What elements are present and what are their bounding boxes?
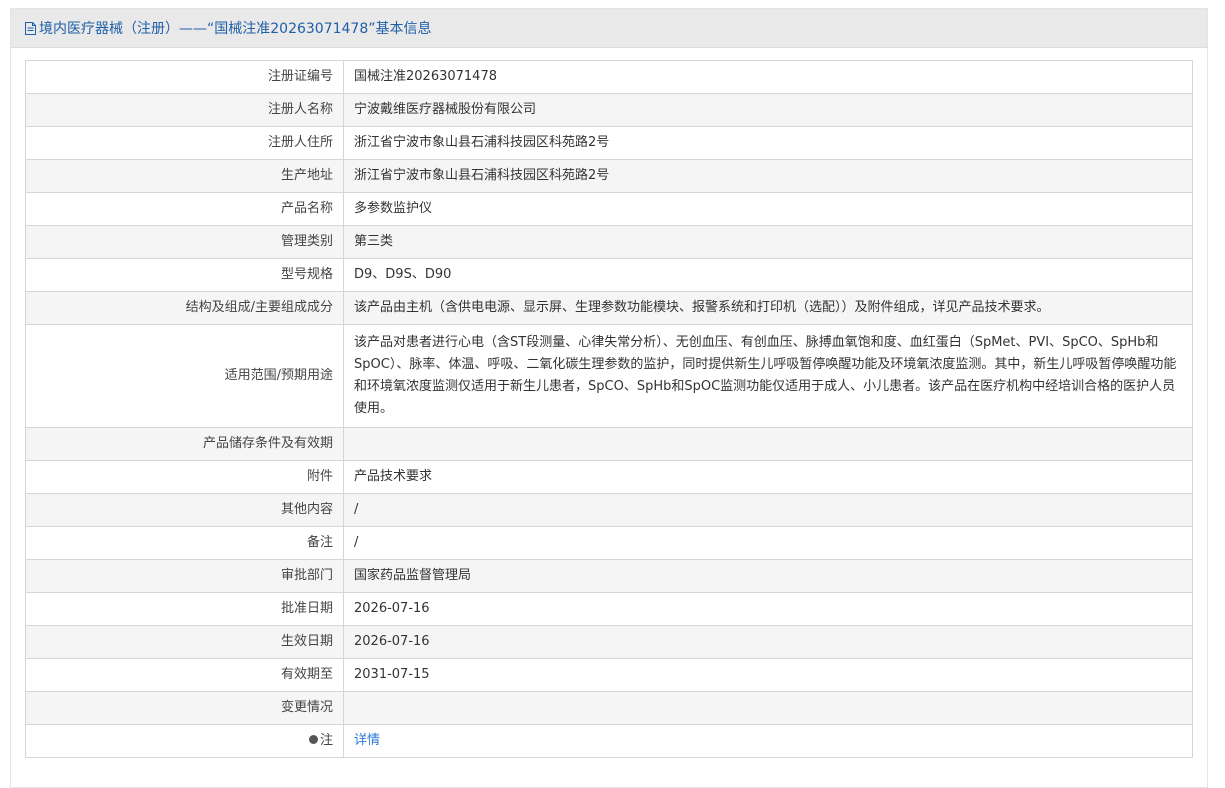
detail-panel: 境内医疗器械（注册）——“国械注准20263071478”基本信息 注册证编号 … [10, 8, 1208, 788]
row-value: 该产品由主机（含供电电源、显示屏、生理参数功能模块、报警系统和打印机（选配））及… [343, 291, 1193, 325]
row-label: 有效期至 [25, 658, 344, 692]
table-row: 变更情况 [25, 691, 1193, 725]
row-value: 多参数监护仪 [343, 192, 1193, 226]
row-value [343, 691, 1193, 725]
table-row: 型号规格 D9、D9S、D90 [25, 258, 1193, 292]
table-row: 备注 / [25, 526, 1193, 560]
table-row: 生效日期 2026-07-16 [25, 625, 1193, 659]
row-value [343, 427, 1193, 461]
table-row: 产品储存条件及有效期 [25, 427, 1193, 461]
row-value: 2026-07-16 [343, 625, 1193, 659]
table-row: 适用范围/预期用途 该产品对患者进行心电（含ST段测量、心律失常分析）、无创血压… [25, 324, 1193, 428]
row-value: 国家药品监督管理局 [343, 559, 1193, 593]
table-row: 审批部门 国家药品监督管理局 [25, 559, 1193, 593]
table-row: 产品名称 多参数监护仪 [25, 192, 1193, 226]
details-link[interactable]: 详情 [354, 733, 380, 748]
info-table: 注册证编号 国械注准20263071478 注册人名称 宁波戴维医疗器械股份有限… [25, 60, 1193, 758]
row-value: 2026-07-16 [343, 592, 1193, 626]
row-label: 型号规格 [25, 258, 344, 292]
table-row: 注册人住所 浙江省宁波市象山县石浦科技园区科苑路2号 [25, 126, 1193, 160]
row-label: 批准日期 [25, 592, 344, 626]
table-row: 其他内容 / [25, 493, 1193, 527]
row-label: 适用范围/预期用途 [25, 324, 344, 428]
row-label: 审批部门 [25, 559, 344, 593]
document-icon [25, 21, 36, 35]
row-value: / [343, 526, 1193, 560]
table-row: 结构及组成/主要组成成分 该产品由主机（含供电电源、显示屏、生理参数功能模块、报… [25, 291, 1193, 325]
row-value: / [343, 493, 1193, 527]
row-value: 浙江省宁波市象山县石浦科技园区科苑路2号 [343, 126, 1193, 160]
row-label: 其他内容 [25, 493, 344, 527]
table-row: 管理类别 第三类 [25, 225, 1193, 259]
table-row: 有效期至 2031-07-15 [25, 658, 1193, 692]
row-value: 2031-07-15 [343, 658, 1193, 692]
row-label: 附件 [25, 460, 344, 494]
row-value: 该产品对患者进行心电（含ST段测量、心律失常分析）、无创血压、有创血压、脉搏血氧… [343, 324, 1193, 428]
table-row: 批准日期 2026-07-16 [25, 592, 1193, 626]
note-label: 注 [319, 733, 333, 748]
panel-header: 境内医疗器械（注册）——“国械注准20263071478”基本信息 [11, 9, 1207, 48]
note-value-cell: 详情 [343, 724, 1193, 758]
row-value: 宁波戴维医疗器械股份有限公司 [343, 93, 1193, 127]
table-row: 注册证编号 国械注准20263071478 [25, 60, 1193, 94]
row-value: 第三类 [343, 225, 1193, 259]
row-label: 结构及组成/主要组成成分 [25, 291, 344, 325]
info-bullet-icon [308, 735, 318, 744]
row-label: 生产地址 [25, 159, 344, 193]
row-label: 管理类别 [25, 225, 344, 259]
row-label: 产品储存条件及有效期 [25, 427, 344, 461]
row-value: 国械注准20263071478 [343, 60, 1193, 94]
row-value: 产品技术要求 [343, 460, 1193, 494]
row-label: 备注 [25, 526, 344, 560]
table-row: 生产地址 浙江省宁波市象山县石浦科技园区科苑路2号 [25, 159, 1193, 193]
row-label: 生效日期 [25, 625, 344, 659]
table-row: 注册人名称 宁波戴维医疗器械股份有限公司 [25, 93, 1193, 127]
row-value: D9、D9S、D90 [343, 258, 1193, 292]
note-label-cell: 注 [25, 724, 344, 758]
page-title: 境内医疗器械（注册）——“国械注准20263071478”基本信息 [39, 21, 432, 37]
row-label: 产品名称 [25, 192, 344, 226]
row-label: 变更情况 [25, 691, 344, 725]
table-row: 附件 产品技术要求 [25, 460, 1193, 494]
row-label: 注册人名称 [25, 93, 344, 127]
row-value: 浙江省宁波市象山县石浦科技园区科苑路2号 [343, 159, 1193, 193]
table-row-note: 注 详情 [25, 724, 1193, 758]
row-label: 注册人住所 [25, 126, 344, 160]
row-label: 注册证编号 [25, 60, 344, 94]
